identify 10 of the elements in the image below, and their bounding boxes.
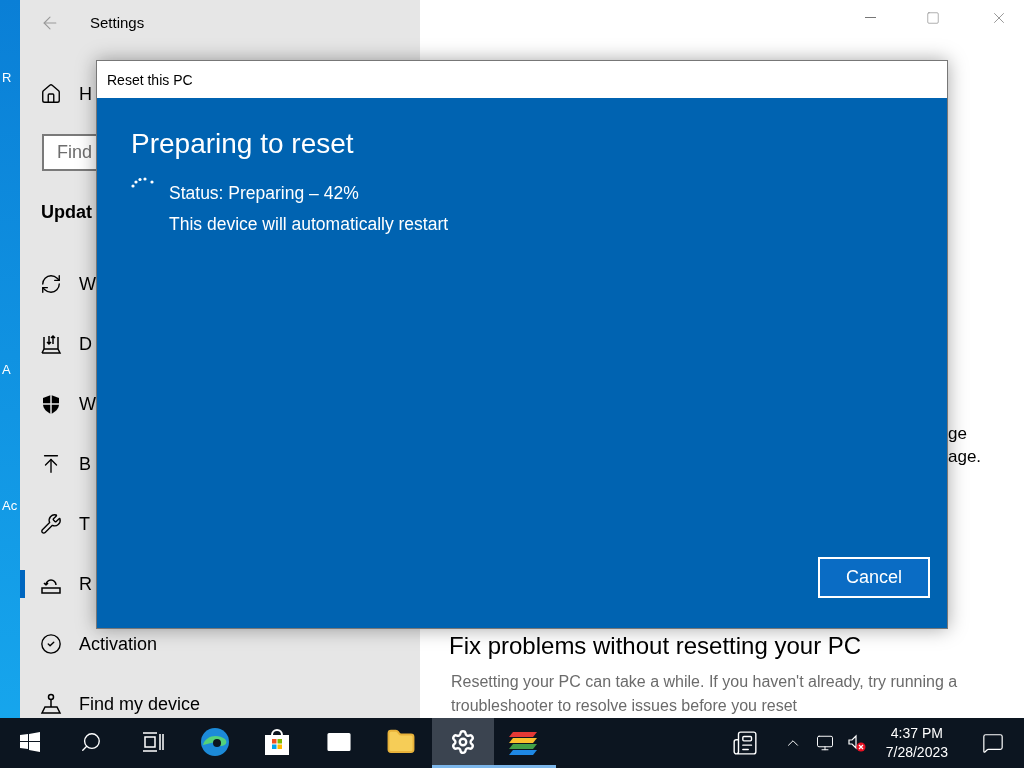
window-title: Settings	[90, 14, 145, 31]
description-text: Resetting your PC can take a while. If you haven't already, try running a troubleshooter to resolve issues before you reset	[451, 672, 959, 716]
dialog-heading: Preparing to reset	[131, 128, 355, 160]
note-text: This device will automatically restart	[169, 213, 449, 235]
section-heading: Fix problems without resetting your PC	[449, 632, 863, 660]
body-text: age.	[948, 446, 983, 468]
body-text: ge	[948, 423, 968, 445]
status-text: Status: Preparing – 42%	[169, 182, 360, 204]
section-title: Updat	[41, 201, 92, 223]
dialog-title: Reset this PC	[97, 61, 947, 98]
